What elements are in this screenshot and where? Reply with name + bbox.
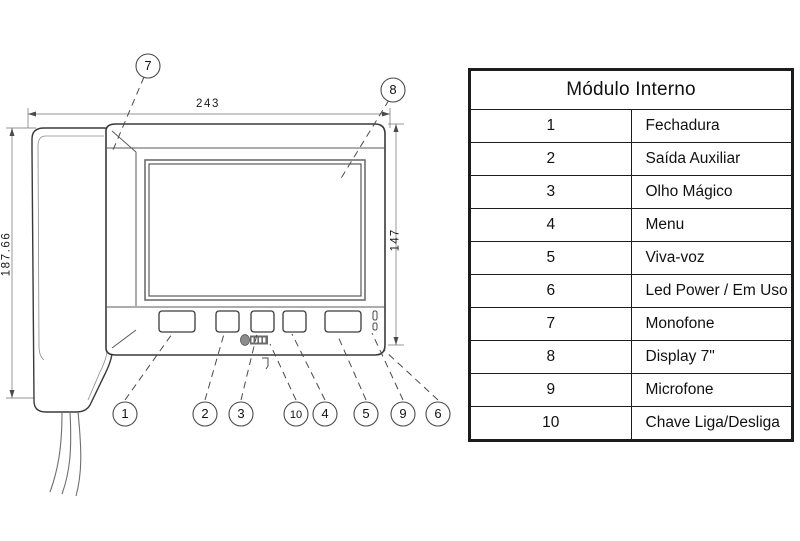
drawing-sheet: 7 8 1 2 3 10 4 5 9 6 243 187.66 147 Módu…: [0, 0, 800, 541]
legend-title: Módulo Interno: [470, 70, 792, 110]
callout-bubble-4: [312, 401, 338, 427]
callout-bubble-6: [425, 401, 451, 427]
handset-monofone: [31, 127, 113, 413]
device-technical-drawing: [6, 53, 451, 497]
table-row: 3 Olho Mágico: [470, 175, 792, 209]
table-row: 9 Microfone: [470, 373, 792, 407]
legend-item-label: Chave Liga/Desliga: [630, 406, 792, 440]
cable-strand-2: [61, 411, 72, 495]
leader-6: [383, 349, 439, 401]
legend-number: 2: [470, 142, 632, 176]
legend-item-label: Viva-voz: [630, 241, 792, 275]
power-switch-notch: [262, 357, 269, 370]
legend-item-label: Monofone: [630, 307, 792, 341]
cable-strand-3: [75, 411, 82, 497]
table-row: 5 Viva-voz: [470, 241, 792, 275]
legend-item-label: Microfone: [630, 373, 792, 407]
leader-9: [371, 332, 404, 401]
table-row: 7 Monofone: [470, 307, 792, 341]
legend-number: 7: [470, 307, 632, 341]
callout-bubble-7: [135, 53, 161, 79]
button-aux: [215, 310, 240, 333]
legend-item-label: Led Power / Em Uso: [630, 274, 792, 308]
callout-bubble-10: [283, 401, 309, 427]
table-row: 4 Menu: [470, 208, 792, 242]
callout-bubble-8: [380, 77, 406, 103]
handset-body: [31, 127, 113, 413]
callout-bubble-9: [390, 401, 416, 427]
callout-bubble-1: [112, 401, 138, 427]
button-speaker: [324, 310, 362, 333]
handset-cable: [49, 411, 82, 497]
callout-bubble-5: [353, 401, 379, 427]
legend-item-label: Saída Auxiliar: [630, 142, 792, 176]
front-buttons: [158, 310, 362, 333]
display-screen: [144, 159, 366, 301]
legend-table: Módulo Interno 1 Fechadura 2 Saída Auxil…: [468, 68, 794, 442]
legend-number: 3: [470, 175, 632, 209]
table-row: 8 Display 7": [470, 340, 792, 374]
mic-hole-upper: [372, 310, 378, 321]
callout-bubble-3: [228, 401, 254, 427]
legend-number: 9: [470, 373, 632, 407]
legend-item-label: Menu: [630, 208, 792, 242]
legend-number: 4: [470, 208, 632, 242]
legend-number: 1: [470, 109, 632, 143]
dimension-screen-height-label: 147: [389, 228, 402, 252]
legend-number: 10: [470, 406, 632, 440]
legend-item-label: Olho Mágico: [630, 175, 792, 209]
table-row: 10 Chave Liga/Desliga: [470, 406, 792, 440]
dimension-width-label: 243: [196, 98, 220, 110]
button-lock: [158, 310, 196, 333]
table-row: 1 Fechadura: [470, 109, 792, 143]
legend-number: 6: [470, 274, 632, 308]
display-active-area: [148, 163, 362, 297]
table-row: 6 Led Power / Em Uso: [470, 274, 792, 308]
table-row: 2 Saída Auxiliar: [470, 142, 792, 176]
legend-item-label: Fechadura: [630, 109, 792, 143]
cable-strand-1: [49, 411, 63, 493]
legend-item-label: Display 7": [630, 340, 792, 374]
brand-logo-mark: [240, 334, 268, 346]
dimension-height-label: 187.66: [0, 231, 13, 277]
mic-hole-lower: [372, 322, 378, 331]
button-menu: [282, 310, 307, 333]
callout-bubble-2: [192, 401, 218, 427]
legend-number: 5: [470, 241, 632, 275]
button-peephole: [250, 310, 275, 333]
legend-number: 8: [470, 340, 632, 374]
legend-title-row: Módulo Interno: [470, 70, 792, 110]
